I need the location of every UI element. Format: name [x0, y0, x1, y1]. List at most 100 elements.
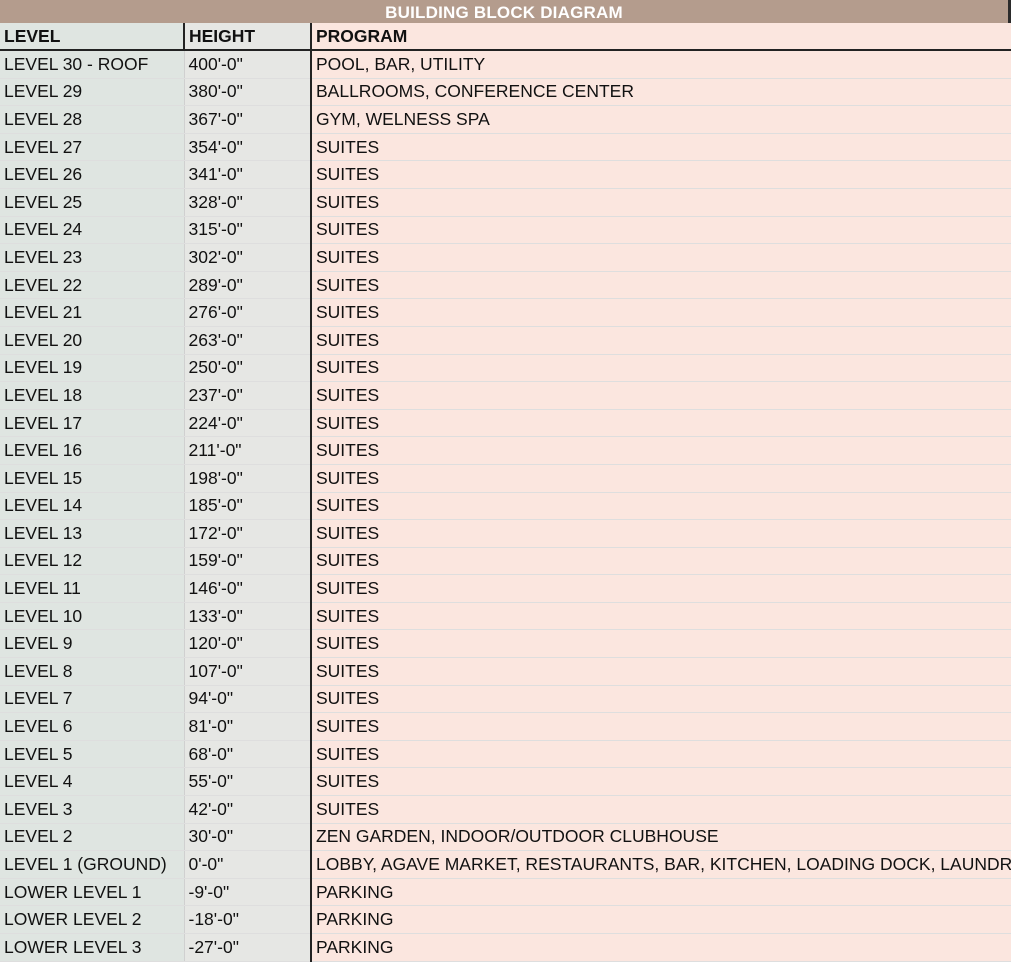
- height-cell[interactable]: 172'-0": [184, 519, 312, 548]
- program-cell[interactable]: SUITES: [311, 712, 1011, 741]
- level-cell[interactable]: LEVEL 29: [0, 78, 185, 107]
- level-cell[interactable]: LEVEL 15: [0, 464, 185, 493]
- height-cell[interactable]: 380'-0": [184, 78, 312, 107]
- program-cell[interactable]: SUITES: [311, 602, 1011, 631]
- program-cell[interactable]: SUITES: [311, 740, 1011, 769]
- level-cell[interactable]: LEVEL 9: [0, 629, 185, 659]
- program-cell[interactable]: POOL, BAR, UTILITY: [311, 50, 1011, 79]
- height-cell[interactable]: -18'-0": [184, 905, 312, 934]
- level-cell[interactable]: LEVEL 16: [0, 436, 185, 465]
- height-cell[interactable]: 68'-0": [184, 740, 312, 769]
- program-cell[interactable]: SUITES: [311, 574, 1011, 603]
- level-cell[interactable]: LEVEL 24: [0, 216, 185, 245]
- height-cell[interactable]: 42'-0": [184, 795, 312, 824]
- height-cell[interactable]: 81'-0": [184, 712, 312, 741]
- program-cell[interactable]: SUITES: [311, 629, 1011, 659]
- height-cell[interactable]: 107'-0": [184, 657, 312, 686]
- height-cell[interactable]: 354'-0": [184, 133, 312, 162]
- height-cell[interactable]: 211'-0": [184, 436, 312, 465]
- height-cell[interactable]: 30'-0": [184, 823, 312, 852]
- program-cell[interactable]: LOBBY, AGAVE MARKET, RESTAURANTS, BAR, K…: [311, 850, 1011, 879]
- program-cell[interactable]: SUITES: [311, 326, 1011, 355]
- program-cell[interactable]: SUITES: [311, 795, 1011, 824]
- program-cell[interactable]: PARKING: [311, 878, 1011, 907]
- level-cell[interactable]: LEVEL 7: [0, 685, 185, 714]
- level-cell[interactable]: LEVEL 2: [0, 823, 185, 852]
- height-cell[interactable]: 328'-0": [184, 188, 312, 217]
- program-cell[interactable]: SUITES: [311, 685, 1011, 714]
- program-cell[interactable]: SUITES: [311, 354, 1011, 383]
- level-cell[interactable]: LEVEL 23: [0, 243, 185, 272]
- level-cell[interactable]: LOWER LEVEL 1: [0, 878, 185, 907]
- program-cell[interactable]: PARKING: [311, 933, 1011, 962]
- program-column-header[interactable]: PROGRAM: [311, 23, 1011, 51]
- level-cell[interactable]: LEVEL 6: [0, 712, 185, 741]
- height-cell[interactable]: 55'-0": [184, 767, 312, 797]
- height-cell[interactable]: 302'-0": [184, 243, 312, 272]
- program-cell[interactable]: SUITES: [311, 160, 1011, 189]
- program-cell[interactable]: SUITES: [311, 547, 1011, 576]
- program-cell[interactable]: SUITES: [311, 464, 1011, 493]
- program-cell[interactable]: SUITES: [311, 767, 1011, 797]
- program-cell[interactable]: PARKING: [311, 905, 1011, 934]
- height-cell[interactable]: 0'-0": [184, 850, 312, 879]
- program-cell[interactable]: ZEN GARDEN, INDOOR/OUTDOOR CLUBHOUSE: [311, 823, 1011, 852]
- level-cell[interactable]: LOWER LEVEL 3: [0, 933, 185, 962]
- program-cell[interactable]: SUITES: [311, 271, 1011, 300]
- program-cell[interactable]: SUITES: [311, 216, 1011, 245]
- level-cell[interactable]: LEVEL 19: [0, 354, 185, 383]
- height-cell[interactable]: 224'-0": [184, 409, 312, 438]
- level-cell[interactable]: LEVEL 21: [0, 298, 185, 327]
- level-cell[interactable]: LEVEL 28: [0, 105, 185, 134]
- level-cell[interactable]: LEVEL 18: [0, 381, 185, 410]
- level-cell[interactable]: LEVEL 22: [0, 271, 185, 300]
- program-cell[interactable]: GYM, WELNESS SPA: [311, 105, 1011, 134]
- level-cell[interactable]: LEVEL 10: [0, 602, 185, 631]
- program-cell[interactable]: SUITES: [311, 657, 1011, 686]
- height-cell[interactable]: 198'-0": [184, 464, 312, 493]
- height-cell[interactable]: 237'-0": [184, 381, 312, 410]
- level-cell[interactable]: LEVEL 12: [0, 547, 185, 576]
- level-cell[interactable]: LEVEL 5: [0, 740, 185, 769]
- level-cell[interactable]: LEVEL 1 (GROUND): [0, 850, 185, 879]
- height-cell[interactable]: 133'-0": [184, 602, 312, 631]
- level-cell[interactable]: LEVEL 20: [0, 326, 185, 355]
- height-cell[interactable]: 146'-0": [184, 574, 312, 603]
- program-cell[interactable]: SUITES: [311, 409, 1011, 438]
- height-cell[interactable]: -9'-0": [184, 878, 312, 907]
- program-cell[interactable]: SUITES: [311, 492, 1011, 521]
- height-cell[interactable]: -27'-0": [184, 933, 312, 962]
- program-cell[interactable]: SUITES: [311, 243, 1011, 272]
- level-column-header[interactable]: LEVEL: [0, 23, 185, 51]
- height-cell[interactable]: 276'-0": [184, 298, 312, 327]
- program-cell[interactable]: SUITES: [311, 298, 1011, 327]
- program-cell[interactable]: SUITES: [311, 436, 1011, 465]
- height-cell[interactable]: 289'-0": [184, 271, 312, 300]
- height-column-header[interactable]: HEIGHT: [184, 23, 312, 51]
- height-cell[interactable]: 341'-0": [184, 160, 312, 189]
- level-cell[interactable]: LEVEL 14: [0, 492, 185, 521]
- program-cell[interactable]: SUITES: [311, 519, 1011, 548]
- level-cell[interactable]: LEVEL 27: [0, 133, 185, 162]
- height-cell[interactable]: 315'-0": [184, 216, 312, 245]
- program-cell[interactable]: SUITES: [311, 188, 1011, 217]
- program-cell[interactable]: SUITES: [311, 133, 1011, 162]
- level-cell[interactable]: LEVEL 30 - ROOF: [0, 50, 185, 79]
- level-cell[interactable]: LOWER LEVEL 2: [0, 905, 185, 934]
- height-cell[interactable]: 94'-0": [184, 685, 312, 714]
- level-cell[interactable]: LEVEL 26: [0, 160, 185, 189]
- level-cell[interactable]: LEVEL 8: [0, 657, 185, 686]
- height-cell[interactable]: 159'-0": [184, 547, 312, 576]
- level-cell[interactable]: LEVEL 11: [0, 574, 185, 603]
- level-cell[interactable]: LEVEL 25: [0, 188, 185, 217]
- height-cell[interactable]: 263'-0": [184, 326, 312, 355]
- height-cell[interactable]: 367'-0": [184, 105, 312, 134]
- height-cell[interactable]: 185'-0": [184, 492, 312, 521]
- level-cell[interactable]: LEVEL 4: [0, 767, 185, 797]
- height-cell[interactable]: 250'-0": [184, 354, 312, 383]
- height-cell[interactable]: 120'-0": [184, 629, 312, 659]
- program-cell[interactable]: SUITES: [311, 381, 1011, 410]
- level-cell[interactable]: LEVEL 3: [0, 795, 185, 824]
- height-cell[interactable]: 400'-0": [184, 50, 312, 79]
- level-cell[interactable]: LEVEL 17: [0, 409, 185, 438]
